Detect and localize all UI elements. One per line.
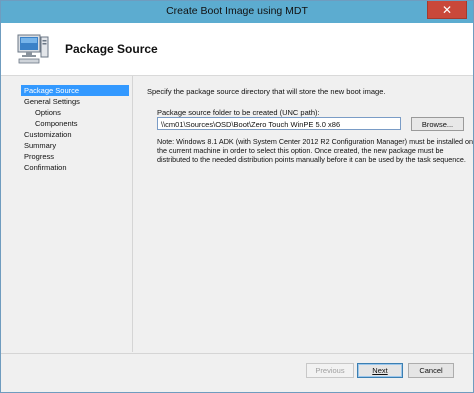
description-text: Specify the package source directory tha… (147, 87, 386, 96)
nav-item-package-source[interactable]: Package Source (21, 85, 129, 96)
next-button-label: Next (372, 366, 388, 375)
nav-item-summary[interactable]: Summary (21, 140, 129, 151)
package-source-input[interactable]: \\cm01\Sources\OSD\Boot\Zero Touch WinPE… (157, 117, 401, 130)
nav-item-confirmation[interactable]: Confirmation (21, 162, 129, 173)
nav-item-options[interactable]: Options (21, 107, 129, 118)
previous-button-label: Previous (315, 366, 345, 375)
previous-button[interactable]: Previous (306, 363, 354, 378)
wizard-header: Package Source (1, 23, 473, 76)
cancel-button[interactable]: Cancel (408, 363, 454, 378)
main-content: Specify the package source directory tha… (147, 87, 473, 164)
browse-button[interactable]: Browse... (411, 117, 464, 131)
nav-item-general-settings[interactable]: General Settings (21, 96, 129, 107)
nav-divider (132, 76, 133, 352)
next-button[interactable]: Next (357, 363, 403, 378)
nav-item-components[interactable]: Components (21, 118, 129, 129)
close-button[interactable]: ✕ (427, 1, 467, 19)
footer-divider (1, 353, 473, 354)
create-boot-image-dialog: Create Boot Image using MDT ✕ Package So… (0, 0, 474, 393)
window-title: Create Boot Image using MDT (166, 5, 308, 17)
title-bar[interactable]: Create Boot Image using MDT ✕ (1, 1, 473, 23)
nav-item-customization[interactable]: Customization (21, 129, 129, 140)
note-text: Note: Windows 8.1 ADK (with System Cente… (157, 137, 474, 164)
page-title: Package Source (65, 42, 158, 56)
package-source-label: Package source folder to be created (UNC… (157, 108, 320, 117)
cancel-button-label: Cancel (419, 366, 443, 375)
computer-icon (17, 34, 49, 64)
wizard-nav: Package Source General Settings Options … (21, 85, 129, 173)
nav-item-progress[interactable]: Progress (21, 151, 129, 162)
